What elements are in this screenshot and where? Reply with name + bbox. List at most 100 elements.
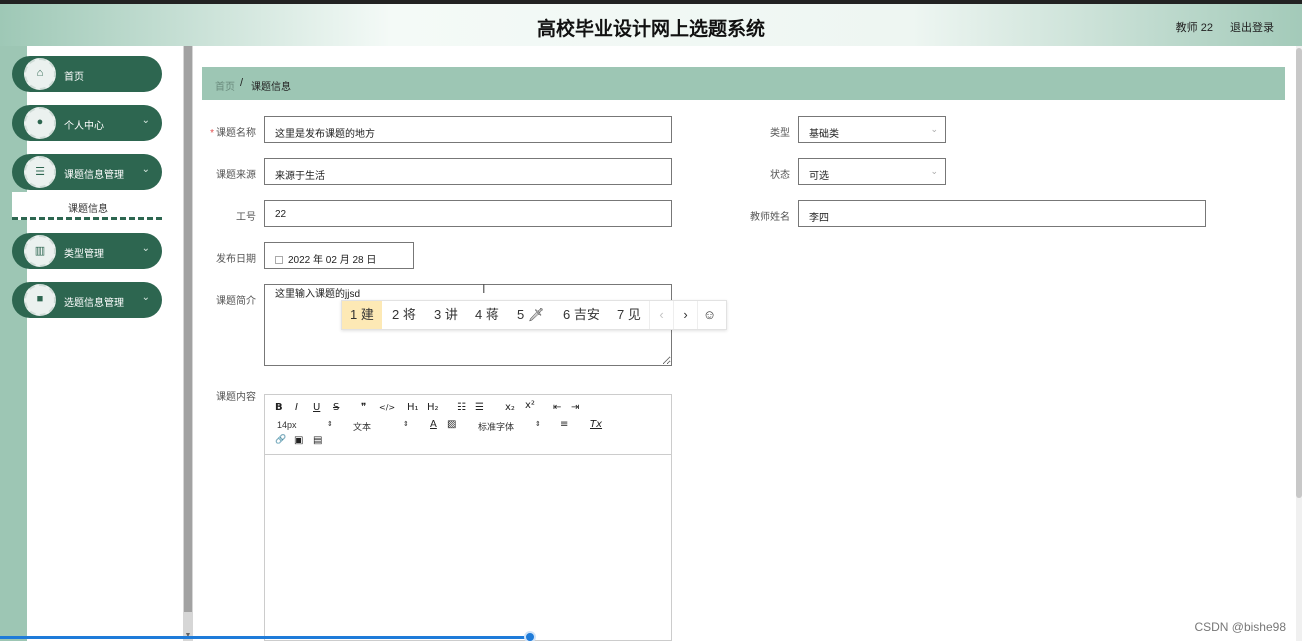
ime-candidate[interactable]: 1 建 xyxy=(342,301,382,329)
topic-content-label: 课题内容 xyxy=(216,392,256,403)
ime-candidate[interactable]: 4 蒋 xyxy=(467,301,507,329)
strikethrough-button[interactable]: S xyxy=(333,402,339,413)
sidebar-item-label: 个人中心 xyxy=(64,121,104,132)
bullet-list-button[interactable]: ☰ xyxy=(475,402,484,413)
sidebar-item-home[interactable]: ⌂ 首页 xyxy=(12,56,162,92)
app-header: 高校毕业设计网上选题系统 教师 22 退出登录 xyxy=(0,4,1302,46)
blockquote-button[interactable]: ❞ xyxy=(361,402,366,413)
status-select-value: 可选 xyxy=(809,171,829,182)
font-family-dropdown-icon[interactable]: ⇕ xyxy=(535,420,541,428)
font-family-select[interactable]: 标准字体 xyxy=(478,420,514,433)
chevron-down-icon: ⌄ xyxy=(141,243,150,254)
sidebar-item-selection-management[interactable]: ■ 选题信息管理 ⌄ xyxy=(12,282,162,318)
text-cursor-icon: I xyxy=(482,282,486,296)
sidebar-item-label: 首页 xyxy=(64,72,84,83)
ime-candidate[interactable]: 3 讲 xyxy=(426,301,466,329)
heading1-button[interactable]: H₁ xyxy=(407,402,419,413)
ordered-list-button[interactable]: ☷ xyxy=(457,402,466,413)
clear-format-button[interactable]: Tx xyxy=(590,419,602,430)
publish-date-value: 2022 年 02 月 28 日 xyxy=(288,255,377,266)
ime-candidate[interactable]: 6 吉安 xyxy=(555,301,608,329)
font-size-dropdown-icon[interactable]: ⇕ xyxy=(327,420,333,428)
type-select[interactable]: 基础类 ⌄ xyxy=(798,116,946,143)
watermark: CSDN @bishe98 xyxy=(1194,620,1286,634)
superscript-button[interactable]: x² xyxy=(525,400,535,411)
font-size-select[interactable]: 14px xyxy=(277,420,297,430)
ime-next-page-icon[interactable]: › xyxy=(673,301,697,329)
user-icon: ● xyxy=(24,107,56,139)
home-icon: ⌂ xyxy=(24,58,56,90)
indent-button[interactable]: ⇥ xyxy=(571,402,579,413)
sidebar-item-label: 课题信息管理 xyxy=(64,170,124,181)
status-label: 状态 xyxy=(770,170,790,181)
teacher-name-input[interactable]: 李四 xyxy=(798,200,1206,227)
chevron-down-icon: ⌄ xyxy=(930,124,938,134)
topic-name-label: * 课题名称 xyxy=(210,128,256,139)
ime-candidate[interactable]: 5 🗡 xyxy=(509,301,552,329)
font-color-button[interactable]: A xyxy=(430,419,437,430)
ime-candidate[interactable]: 2 将 xyxy=(384,301,424,329)
main-scrollbar[interactable] xyxy=(1296,46,1302,641)
outdent-button[interactable]: ⇤ xyxy=(553,402,561,413)
status-select[interactable]: 可选 ⌄ xyxy=(798,158,946,185)
site-title: 高校毕业设计网上选题系统 xyxy=(536,18,765,40)
user-area: 教师 22 退出登录 xyxy=(1162,19,1274,35)
sidebar-item-type-management[interactable]: ▥ 类型管理 ⌄ xyxy=(12,233,162,269)
calendar-icon xyxy=(275,256,283,264)
image-icon[interactable]: ▣ xyxy=(294,435,303,446)
topic-source-label: 课题来源 xyxy=(216,170,256,181)
main-scrollbar-thumb[interactable] xyxy=(1296,48,1302,498)
book-icon: ▥ xyxy=(24,235,56,267)
progress-handle[interactable] xyxy=(524,631,536,641)
sidebar-scrollbar-thumb[interactable] xyxy=(184,46,192,612)
ime-emoji-icon[interactable]: ☺ xyxy=(697,301,721,329)
text-style-dropdown-icon[interactable]: ⇕ xyxy=(403,420,409,428)
logout-link[interactable]: 退出登录 xyxy=(1230,22,1274,34)
sidebar-item-label: 类型管理 xyxy=(64,249,104,260)
breadcrumb-current: 课题信息 xyxy=(251,82,291,93)
publish-date-label: 发布日期 xyxy=(216,254,256,265)
breadcrumb-separator: / xyxy=(240,77,244,89)
type-label: 类型 xyxy=(770,128,790,139)
required-mark: * xyxy=(210,128,214,139)
code-block-button[interactable]: </> xyxy=(379,403,395,412)
sidebar-item-personal-center[interactable]: ● 个人中心 ⌄ xyxy=(12,105,162,141)
heading2-button[interactable]: H₂ xyxy=(427,402,439,413)
breadcrumb: 首页 / 课题信息 xyxy=(202,67,1285,100)
italic-button[interactable]: I xyxy=(295,402,298,413)
sidebar-subitem-label: 课题信息 xyxy=(68,204,108,215)
ime-candidate-bar: 1 建 2 将 3 讲 4 蒋 5 🗡 6 吉安 7 见 ‹ › ☺ xyxy=(341,300,727,330)
topic-name-input[interactable]: 这里是发布课题的地方 xyxy=(264,116,672,143)
editor-toolbar: B I U S ❞ </> H₁ H₂ ☷ ☰ x₂ x² ⇤ ⇥ 14px ⇕… xyxy=(265,395,671,455)
settings-icon: ☰ xyxy=(24,156,56,188)
folder-icon: ■ xyxy=(24,284,56,316)
bold-button[interactable]: B xyxy=(275,402,283,413)
breadcrumb-home-link[interactable]: 首页 xyxy=(215,78,235,93)
text-style-select[interactable]: 文本 xyxy=(353,420,371,433)
rich-text-editor: B I U S ❞ </> H₁ H₂ ☷ ☰ x₂ x² ⇤ ⇥ 14px ⇕… xyxy=(264,394,672,641)
chevron-down-icon: ⌄ xyxy=(141,164,150,175)
chevron-down-icon: ⌄ xyxy=(930,166,938,176)
ime-candidate[interactable]: 7 见 xyxy=(609,301,649,329)
chevron-down-icon: ⌄ xyxy=(141,115,150,126)
underline-button[interactable]: U xyxy=(313,402,320,413)
video-icon[interactable]: ▤ xyxy=(313,435,322,446)
topic-intro-label: 课题简介 xyxy=(216,296,256,307)
subscript-button[interactable]: x₂ xyxy=(505,402,515,413)
sidebar-subitem-topic-info[interactable]: 课题信息 xyxy=(12,192,162,220)
publish-date-picker[interactable]: 2022 年 02 月 28 日 xyxy=(264,242,414,269)
sidebar-scrollbar[interactable]: ▼ xyxy=(183,46,193,641)
type-select-value: 基础类 xyxy=(809,129,839,140)
link-icon[interactable]: 🔗 xyxy=(275,435,286,445)
align-button[interactable]: ≡ xyxy=(560,419,568,430)
ime-prev-page-icon[interactable]: ‹ xyxy=(649,301,673,329)
topic-source-input[interactable]: 来源于生活 xyxy=(264,158,672,185)
sidebar-item-label: 选题信息管理 xyxy=(64,298,124,309)
editor-content-area[interactable] xyxy=(265,456,671,640)
staff-no-input[interactable]: 22 xyxy=(264,200,672,227)
sidebar-item-topic-management[interactable]: ☰ 课题信息管理 ⌄ xyxy=(12,154,162,190)
chevron-down-icon: ⌄ xyxy=(141,292,150,303)
progress-bar xyxy=(0,636,530,639)
background-color-button[interactable]: ▨ xyxy=(447,419,456,430)
user-name: 教师 22 xyxy=(1175,22,1213,34)
